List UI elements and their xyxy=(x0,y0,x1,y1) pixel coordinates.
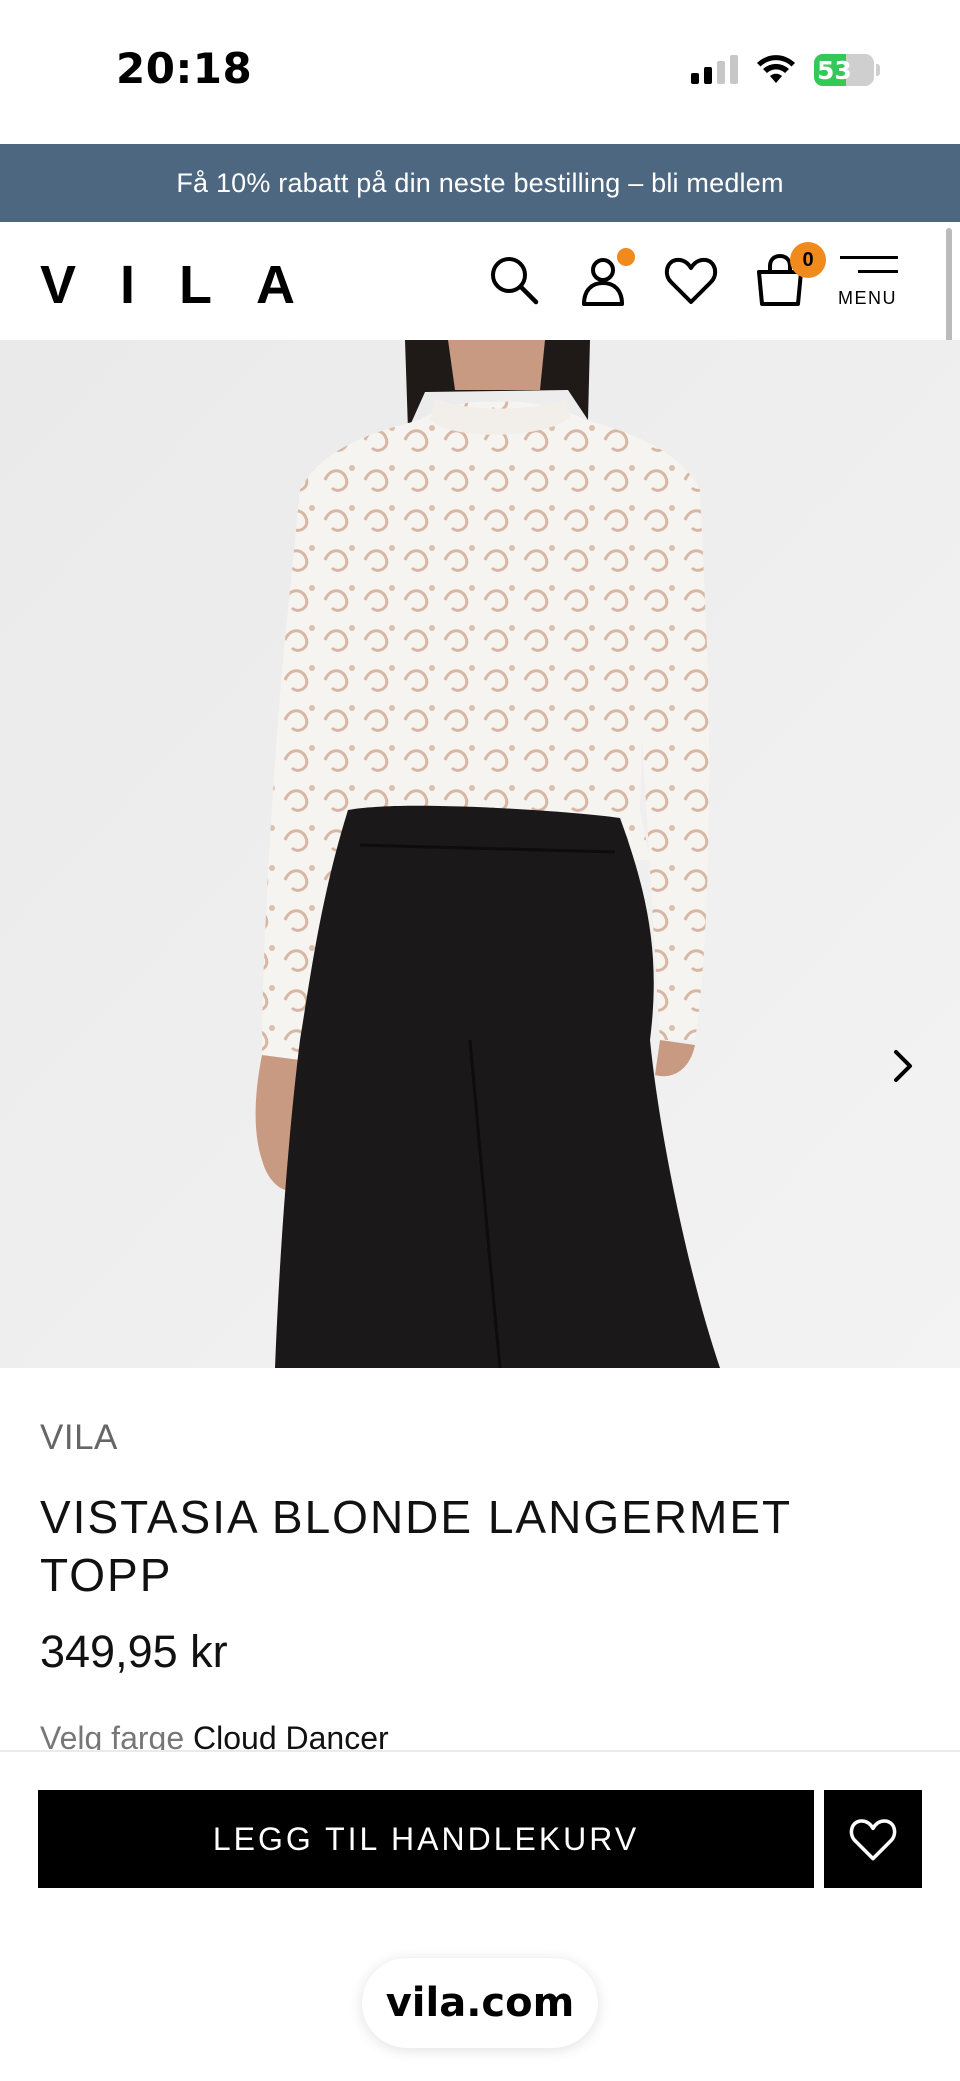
wishlist-button[interactable] xyxy=(824,1790,922,1888)
cart-count-badge: 0 xyxy=(790,242,826,278)
battery-percent: 53 xyxy=(817,56,852,85)
battery-icon: 53 xyxy=(814,54,874,86)
site-header: VILA 0 MENU xyxy=(0,222,960,340)
battery-cap xyxy=(876,64,880,76)
heart-icon[interactable] xyxy=(663,252,719,308)
signal-icon xyxy=(691,55,738,84)
vila-logo[interactable]: VILA xyxy=(40,258,339,312)
search-icon[interactable] xyxy=(486,252,542,308)
sticky-action-bar: LEGG TIL HANDLEKURV vila.com xyxy=(0,1750,960,2081)
status-time: 20:18 xyxy=(116,44,253,93)
product-photo xyxy=(0,340,960,1368)
color-label: Velg farge xyxy=(40,1720,185,1752)
bag-icon[interactable]: 0 xyxy=(752,242,826,308)
color-value: Cloud Dancer xyxy=(193,1720,389,1752)
chevron-right-icon[interactable] xyxy=(886,1046,920,1086)
wifi-icon xyxy=(757,55,795,83)
account-icon[interactable] xyxy=(575,248,635,308)
menu-icon-line xyxy=(840,256,898,259)
promo-banner[interactable]: Få 10% rabatt på din neste bestilling – … xyxy=(0,144,960,222)
add-to-cart-button[interactable]: LEGG TIL HANDLEKURV xyxy=(38,1790,814,1888)
account-notification-dot xyxy=(617,248,635,266)
color-selector-label: Velg farge Cloud Dancer xyxy=(40,1720,389,1752)
product-brand[interactable]: VILA xyxy=(40,1418,118,1458)
menu-icon-line xyxy=(858,270,898,273)
promo-text[interactable]: Få 10% rabatt på din neste bestilling – … xyxy=(176,168,783,199)
menu-button[interactable]: MENU xyxy=(838,256,900,312)
product-title: VISTASIA BLONDE LANGERMET TOPP xyxy=(40,1491,792,1601)
heart-icon xyxy=(849,1819,897,1861)
status-icons: 53 xyxy=(691,52,880,88)
browser-url-bar[interactable]: vila.com xyxy=(362,1958,598,2048)
status-bar: 20:18 53 xyxy=(0,0,960,144)
product-image[interactable] xyxy=(0,340,960,1368)
product-price: 349,95 kr xyxy=(40,1626,228,1677)
menu-label: MENU xyxy=(838,288,897,308)
